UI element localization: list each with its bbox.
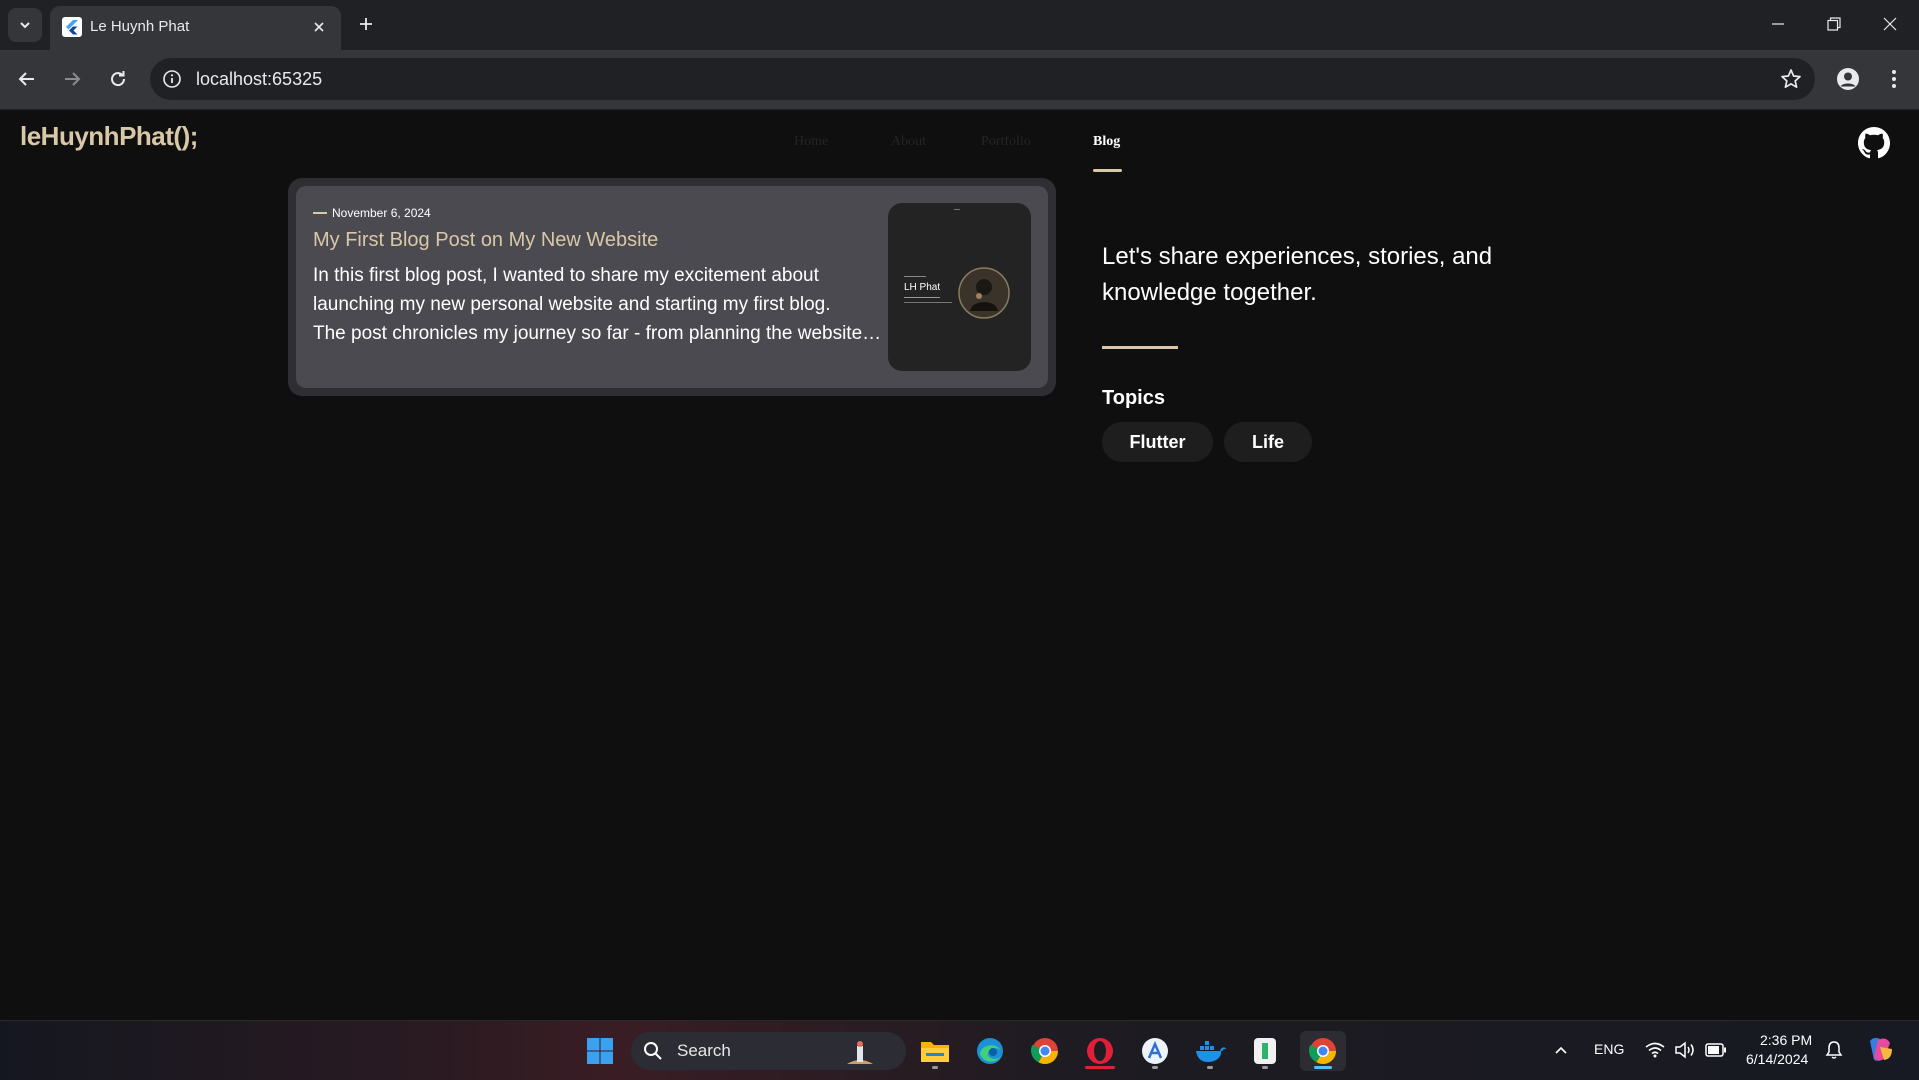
forward-button[interactable]: [55, 62, 89, 96]
restore-button[interactable]: [1806, 0, 1862, 48]
app-store-icon: [1142, 1038, 1168, 1064]
post-thumbnail[interactable]: LH Phat: [888, 203, 1031, 371]
new-tab-button[interactable]: [352, 10, 380, 38]
profile-icon: [1837, 68, 1859, 90]
taskbar-search[interactable]: Search: [631, 1032, 906, 1070]
topic-chip-flutter[interactable]: Flutter: [1102, 422, 1213, 462]
restore-icon: [1827, 17, 1841, 31]
tagline-divider: [1102, 346, 1178, 349]
running-indicator: [1152, 1066, 1158, 1069]
notification-bell-icon[interactable]: [1824, 1040, 1844, 1060]
close-icon: [314, 22, 324, 32]
start-button[interactable]: [580, 1031, 620, 1071]
thumb-mark: [954, 209, 960, 210]
docker-icon: [1196, 1041, 1226, 1062]
minimize-icon: [1772, 23, 1784, 25]
github-icon[interactable]: [1858, 127, 1890, 159]
reload-button[interactable]: [101, 62, 135, 96]
bookmark-button[interactable]: [1779, 67, 1803, 91]
tab-title: Le Huynh Phat: [90, 18, 190, 35]
address-bar[interactable]: localhost:65325: [150, 58, 1815, 100]
docker-app[interactable]: [1190, 1031, 1230, 1071]
post-excerpt: In this first blog post, I wanted to sha…: [313, 261, 883, 348]
arrow-left-icon: [18, 72, 34, 86]
tab-close-button[interactable]: [307, 15, 331, 39]
show-hidden-icons-button[interactable]: [1541, 1031, 1581, 1071]
post-title[interactable]: My First Blog Post on My New Website: [313, 229, 658, 252]
dev-tool-app[interactable]: [1245, 1031, 1285, 1071]
chrome-icon: [1308, 1038, 1337, 1065]
chrome-app[interactable]: [1025, 1031, 1065, 1071]
date-dash: [313, 212, 327, 214]
flutter-favicon-icon: [62, 17, 82, 37]
browser-toolbar: localhost:65325: [0, 50, 1919, 110]
folder-icon: [921, 1042, 949, 1062]
star-icon: [1781, 69, 1801, 89]
battery-icon[interactable]: [1705, 1043, 1727, 1057]
avatar: [958, 267, 1010, 319]
language-indicator[interactable]: ENG: [1594, 1041, 1624, 1057]
browser-tab[interactable]: Le Huynh Phat: [50, 6, 341, 50]
browser-tab-strip: Le Huynh Phat: [0, 0, 1919, 50]
app-store-app[interactable]: [1135, 1031, 1175, 1071]
volume-icon[interactable]: [1674, 1041, 1696, 1059]
profile-button[interactable]: [1831, 62, 1865, 96]
nav-home[interactable]: Home: [794, 134, 828, 150]
clock-date[interactable]: 6/14/2024: [1746, 1051, 1808, 1067]
app-icon: [1254, 1038, 1276, 1064]
window-close-button[interactable]: [1862, 0, 1918, 48]
opera-icon: [1087, 1038, 1113, 1064]
blog-tagline: Let's share experiences, stories, and kn…: [1102, 243, 1493, 306]
chrome-app-active[interactable]: [1300, 1031, 1346, 1071]
wifi-icon[interactable]: [1645, 1042, 1665, 1058]
close-icon: [1883, 17, 1897, 31]
excerpt-line: launching my new personal website and st…: [313, 294, 831, 315]
thumb-small-text: [904, 276, 926, 277]
excerpt-line: In this first blog post, I wanted to sha…: [313, 265, 819, 286]
minimize-button[interactable]: [1750, 0, 1806, 48]
taskbar: Search ENG 2:36 PM 6/14/2024: [0, 1020, 1919, 1080]
running-indicator: [1207, 1066, 1213, 1069]
info-icon: [163, 70, 181, 88]
edge-icon: [977, 1038, 1003, 1064]
nav-blog[interactable]: Blog: [1093, 134, 1120, 150]
thumb-line: [904, 297, 940, 298]
active-indicator: [1314, 1066, 1332, 1069]
search-highlight-icon: [847, 1041, 873, 1064]
edge-app[interactable]: [970, 1031, 1010, 1071]
url-text: localhost:65325: [196, 69, 323, 89]
search-label: Search: [677, 1041, 731, 1060]
topic-chip-life[interactable]: Life: [1224, 422, 1312, 462]
browser-menu-button[interactable]: [1877, 62, 1911, 96]
search-icon: [644, 1042, 662, 1060]
active-indicator: [1085, 1066, 1115, 1069]
site-logo[interactable]: leHuynhPhat();: [20, 121, 198, 152]
running-indicator: [1262, 1066, 1268, 1069]
tab-search-button[interactable]: [8, 8, 42, 42]
file-explorer-app[interactable]: [915, 1031, 955, 1071]
nav-portfolio[interactable]: Portfolio: [981, 134, 1031, 150]
windows-logo-icon: [587, 1038, 613, 1064]
chrome-icon: [1030, 1038, 1059, 1065]
web-page: leHuynhPhat(); Home About Portfolio Blog…: [0, 110, 1919, 1020]
clock-time[interactable]: 2:36 PM: [1760, 1032, 1812, 1048]
arrow-right-icon: [65, 72, 81, 86]
topics-heading: Topics: [1102, 387, 1165, 409]
nav-active-indicator: [1093, 169, 1122, 172]
chevron-up-icon: [1555, 1046, 1567, 1054]
chevron-down-icon: [20, 22, 30, 29]
thumb-name: LH Phat: [904, 282, 941, 293]
opera-app[interactable]: [1080, 1031, 1120, 1071]
plus-icon: [360, 18, 372, 30]
site-info-button[interactable]: [160, 67, 184, 91]
nav-about[interactable]: About: [891, 134, 926, 150]
more-vertical-icon: [1892, 70, 1896, 88]
excerpt-line: The post chronicles my journey so far - …: [313, 323, 883, 344]
back-button[interactable]: [10, 62, 44, 96]
reload-icon: [111, 71, 126, 87]
running-indicator: [932, 1066, 938, 1069]
copilot-icon[interactable]: [1864, 1035, 1896, 1065]
post-date: November 6, 2024: [332, 206, 431, 220]
thumb-line: [904, 302, 952, 303]
